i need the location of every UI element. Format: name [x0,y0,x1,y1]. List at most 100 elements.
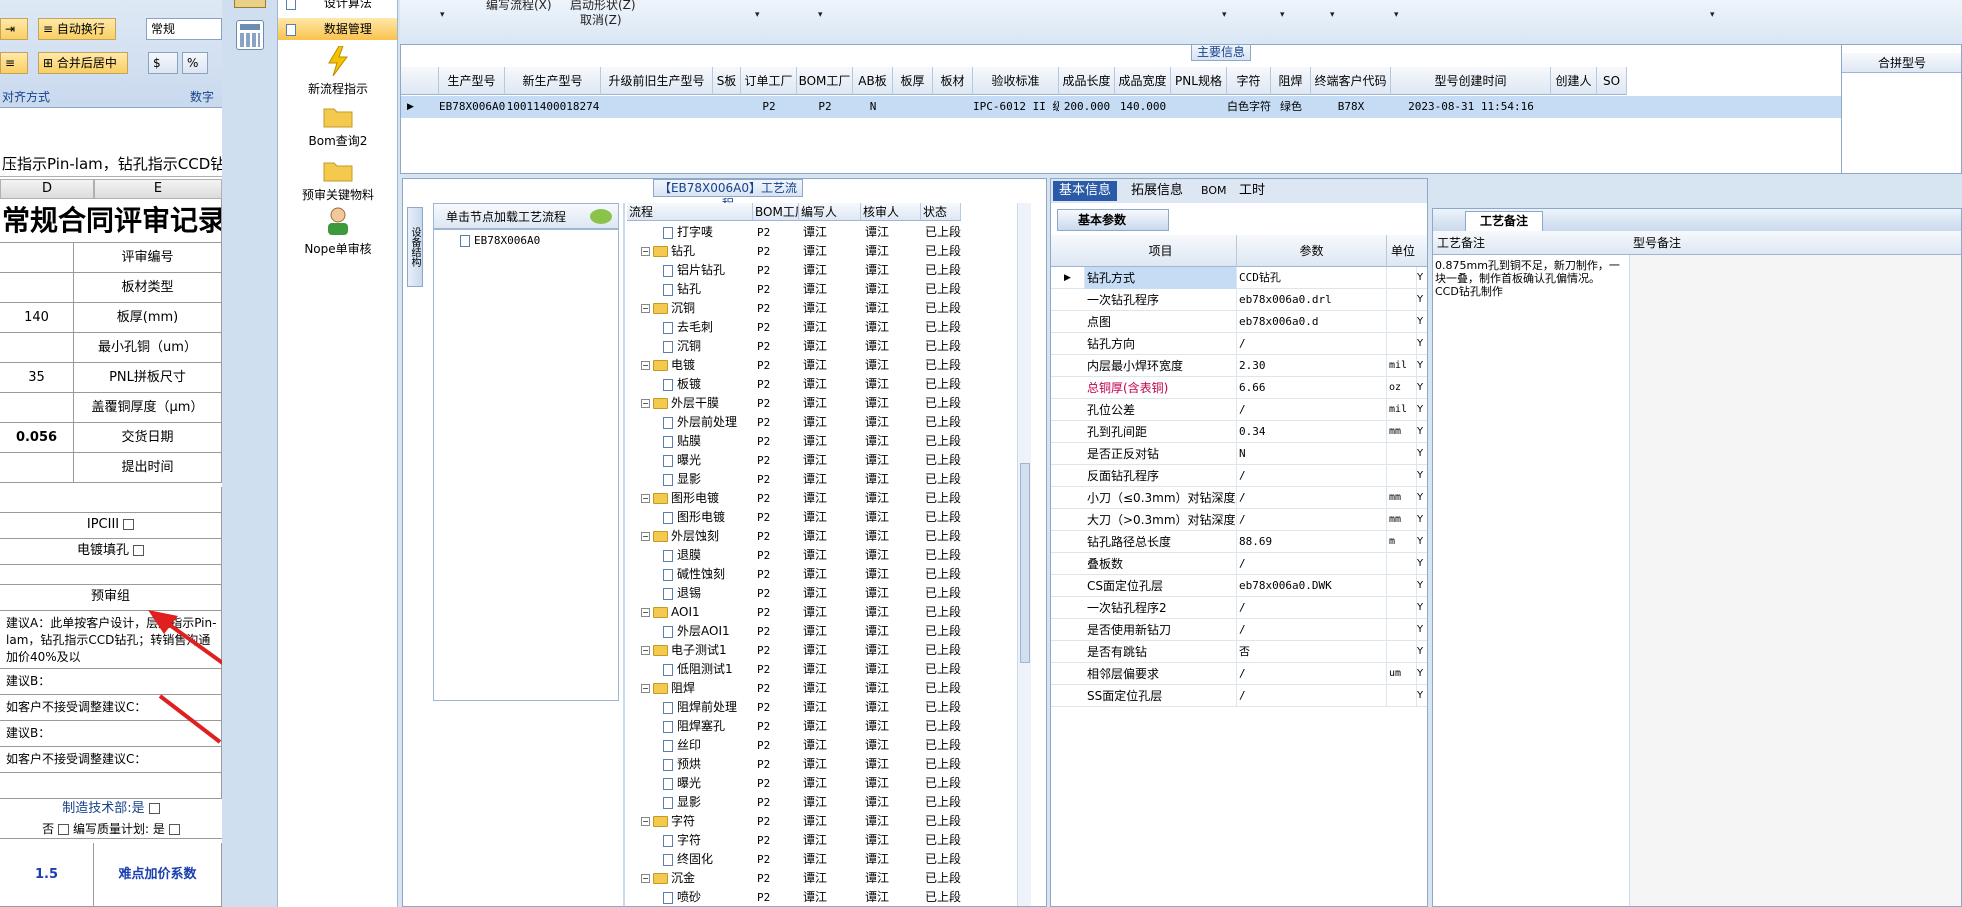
flow-step[interactable]: 阻焊塞孔 [663,717,753,736]
param-value[interactable]: / [1237,509,1387,531]
flow-step[interactable]: 显影 [663,793,753,812]
flow-step[interactable]: 图形电镀 [663,508,753,527]
collapse-icon[interactable]: − [641,684,650,693]
calculator-icon[interactable] [236,20,264,50]
process-note-text[interactable]: 0.875mm孔到铜不足，新刀制作，一块一叠，制作首板确认孔偏情况。CCD钻孔制… [1435,259,1621,319]
model-note-area[interactable] [1629,255,1961,906]
nav-item-key-materials[interactable]: 预审关键物料 [278,158,397,203]
flow-row[interactable]: 钻孔 P2 谭江 谭江 已上段 [627,280,1046,299]
flow-row[interactable]: 铝片钻孔 P2 谭江 谭江 已上段 [627,261,1046,280]
flow-step[interactable]: 低阻测试1 [663,660,753,679]
flow-row[interactable]: 显影 P2 谭江 谭江 已上段 [627,470,1046,489]
flow-row[interactable]: 图形电镀 P2 谭江 谭江 已上段 [627,508,1046,527]
flow-step[interactable]: 外层前处理 [663,413,753,432]
flow-row[interactable]: 阻焊塞孔 P2 谭江 谭江 已上段 [627,717,1046,736]
flow-header-cell[interactable]: 核审人 [861,203,921,221]
param-value[interactable]: eb78x006a0.drl [1237,289,1387,311]
flow-step[interactable]: 打字唛 [663,223,753,242]
chevron-down-icon[interactable]: ▾ [755,10,760,20]
flow-row[interactable]: 低阻测试1 P2 谭江 谭江 已上段 [627,660,1046,679]
param-value[interactable]: / [1237,399,1387,421]
toolbar-icon-grid[interactable] [234,0,266,8]
flow-step[interactable]: 去毛刺 [663,318,753,337]
main-row-cell[interactable] [933,96,973,118]
param-row[interactable]: 是否使用新钻刀 / Y [1051,619,1427,641]
flow-row[interactable]: − 电子测试1 P2 谭江 谭江 已上段 [627,641,1046,660]
main-row-cell[interactable] [601,96,713,118]
flow-row[interactable]: 字符 P2 谭江 谭江 已上段 [627,831,1046,850]
nav-item-bom-query[interactable]: Bom查询2 [278,104,397,149]
main-header-cell[interactable]: 板厚 [893,67,933,95]
main-row-cell[interactable]: N [853,96,893,118]
chevron-down-icon[interactable]: ▾ [1394,10,1399,20]
flow-step[interactable]: − AOI1 [641,603,753,622]
flow-row[interactable]: − AOI1 P2 谭江 谭江 已上段 [627,603,1046,622]
chevron-down-icon[interactable]: ▾ [818,10,823,20]
flow-row[interactable]: 沉铜 P2 谭江 谭江 已上段 [627,337,1046,356]
main-row-cell[interactable]: 2023-08-31 11:54:16 [1391,96,1551,118]
main-row-cell[interactable]: 200.000 [1059,96,1115,118]
splitter[interactable] [623,203,625,906]
cancel-button[interactable]: 取消(Z) [580,11,622,28]
flow-row[interactable]: 打字唛 P2 谭江 谭江 已上段 [627,223,1046,242]
main-row-cell[interactable]: P2 [797,96,853,118]
flow-step[interactable]: 阻焊前处理 [663,698,753,717]
flow-step[interactable]: 字符 [663,831,753,850]
main-header-cell[interactable]: S板 [713,67,741,95]
flow-row[interactable]: 丝印 P2 谭江 谭江 已上段 [627,736,1046,755]
param-value[interactable]: 2.30 [1237,355,1387,377]
param-value[interactable]: 6.66 [1237,377,1387,399]
flow-row[interactable]: 阻焊前处理 P2 谭江 谭江 已上段 [627,698,1046,717]
flow-row[interactable]: − 沉金 P2 谭江 谭江 已上段 [627,869,1046,888]
param-row[interactable]: 总铜厚(含表铜) 6.66 oz Y [1051,377,1427,399]
collapse-icon[interactable]: − [641,247,650,256]
param-row[interactable]: 内层最小焊环宽度 2.30 mil Y [1051,355,1427,377]
flow-step[interactable]: − 沉铜 [641,299,753,318]
flow-step[interactable]: 终固化 [663,850,753,869]
main-header-cell[interactable]: BOM工厂 [797,67,853,95]
load-flow-hint[interactable]: 单击节点加载工艺流程 [433,203,619,229]
collapse-icon[interactable]: − [641,532,650,541]
flow-step[interactable]: 铝片钻孔 [663,261,753,280]
tab-basic-params[interactable]: 基本参数 [1057,209,1169,231]
main-header-cell[interactable]: 板材 [933,67,973,95]
main-header-cell[interactable]: 生产型号 [439,67,505,95]
param-value[interactable]: N [1237,443,1387,465]
main-header-cell[interactable]: 成品长度 [1059,67,1115,95]
param-value[interactable]: / [1237,597,1387,619]
flow-row[interactable]: 终固化 P2 谭江 谭江 已上段 [627,850,1046,869]
param-value[interactable]: / [1237,465,1387,487]
main-header-cell[interactable]: 型号创建时间 [1391,67,1551,95]
main-row-cell[interactable] [1551,96,1597,118]
scroll-thumb[interactable] [1020,463,1030,663]
param-value[interactable]: 88.69 [1237,531,1387,553]
main-row-cell[interactable]: B78X [1311,96,1391,118]
main-header-cell[interactable]: 订单工厂 [741,67,797,95]
main-row-cell[interactable]: 绿色 [1271,96,1311,118]
nav-item-data-management[interactable]: 数据管理 [278,18,397,40]
flow-step[interactable]: 退锡 [663,584,753,603]
collapse-icon[interactable]: − [641,494,650,503]
param-value[interactable]: CCD钻孔 [1237,267,1387,289]
param-row[interactable]: SS面定位孔层 / Y [1051,685,1427,707]
param-row[interactable]: 大刀（>0.3mm）对钻深度 / mm Y [1051,509,1427,531]
flow-header-cell[interactable]: 编写人 [799,203,861,221]
flow-row[interactable]: 显影 P2 谭江 谭江 已上段 [627,793,1046,812]
flow-row[interactable]: 板镀 P2 谭江 谭江 已上段 [627,375,1046,394]
main-row-cell[interactable] [1597,96,1627,118]
flow-step[interactable]: − 电子测试1 [641,641,753,660]
flow-step[interactable]: 曝光 [663,451,753,470]
flow-step[interactable]: − 钻孔 [641,242,753,261]
flow-row[interactable]: 退膜 P2 谭江 谭江 已上段 [627,546,1046,565]
main-row-cell[interactable] [893,96,933,118]
param-row[interactable]: 小刀（≤0.3mm）对钻深度 / mm Y [1051,487,1427,509]
flow-step[interactable]: − 阻焊 [641,679,753,698]
main-header-cell[interactable]: PNL规格 [1171,67,1227,95]
flow-step[interactable]: 显影 [663,470,753,489]
nav-item-design-algorithm[interactable]: 设计算法 [278,0,397,14]
param-row[interactable]: 一次钻孔程序 eb78x006a0.drl Y [1051,289,1427,311]
main-header-cell[interactable]: 验收标准 [973,67,1059,95]
main-row-cell[interactable]: P2 [741,96,797,118]
flow-step[interactable]: 外层AOI1 [663,622,753,641]
param-row[interactable]: 叠板数 / Y [1051,553,1427,575]
